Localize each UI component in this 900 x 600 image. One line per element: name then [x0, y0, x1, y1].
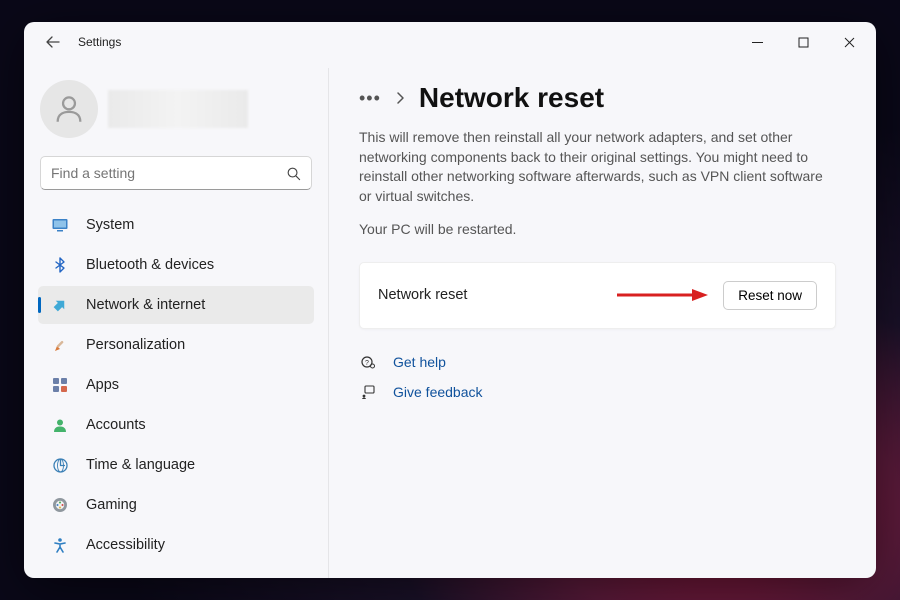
sidebar-item-personalization[interactable]: Personalization	[38, 326, 314, 364]
sidebar-item-label: Apps	[86, 377, 119, 393]
sidebar-item-bluetooth[interactable]: Bluetooth & devices	[38, 246, 314, 284]
sidebar-item-label: Time & language	[86, 457, 195, 473]
window-title: Settings	[78, 35, 121, 49]
search-input[interactable]	[51, 165, 286, 181]
display-icon	[50, 215, 70, 235]
settings-window: Settings	[24, 22, 876, 578]
arrow-left-icon	[45, 34, 61, 50]
bluetooth-icon	[50, 255, 70, 275]
breadcrumb: ••• Network reset	[359, 82, 836, 114]
svg-text:?: ?	[365, 360, 369, 367]
sidebar-item-label: Personalization	[86, 337, 185, 353]
sidebar: System Bluetooth & devices Network & int…	[24, 62, 324, 578]
username-placeholder	[108, 90, 248, 128]
breadcrumb-ellipsis[interactable]: •••	[359, 88, 381, 109]
accounts-icon	[50, 415, 70, 435]
gaming-icon	[50, 495, 70, 515]
minimize-button[interactable]	[734, 25, 780, 59]
globe-clock-icon	[50, 455, 70, 475]
window-controls	[734, 25, 872, 59]
close-button[interactable]	[826, 25, 872, 59]
sidebar-item-label: Gaming	[86, 497, 137, 513]
sidebar-item-label: Bluetooth & devices	[86, 257, 214, 273]
feedback-icon	[359, 383, 377, 401]
page-title: Network reset	[419, 82, 604, 114]
reset-now-button[interactable]: Reset now	[723, 281, 817, 310]
sidebar-item-time-language[interactable]: Time & language	[38, 446, 314, 484]
back-button[interactable]	[40, 29, 66, 55]
paintbrush-icon	[50, 335, 70, 355]
sidebar-item-accessibility[interactable]: Accessibility	[38, 526, 314, 564]
maximize-button[interactable]	[780, 25, 826, 59]
give-feedback-link[interactable]: Give feedback	[393, 384, 483, 400]
sidebar-item-system[interactable]: System	[38, 206, 314, 244]
sidebar-item-label: System	[86, 217, 134, 233]
get-help-link[interactable]: Get help	[393, 354, 446, 370]
content: ••• Network reset This will remove then …	[328, 68, 876, 578]
annotation-arrow	[467, 286, 723, 304]
sidebar-item-apps[interactable]: Apps	[38, 366, 314, 404]
maximize-icon	[798, 37, 809, 48]
network-reset-card: Network reset Reset now	[359, 262, 836, 329]
page-description: This will remove then reinstall all your…	[359, 128, 836, 206]
search-icon	[286, 166, 301, 181]
titlebar: Settings	[24, 22, 876, 62]
restart-note: Your PC will be restarted.	[359, 220, 836, 240]
sidebar-item-accounts[interactable]: Accounts	[38, 406, 314, 444]
network-icon	[50, 295, 70, 315]
body: System Bluetooth & devices Network & int…	[24, 62, 876, 578]
sidebar-nav: System Bluetooth & devices Network & int…	[38, 206, 314, 564]
minimize-icon	[752, 37, 763, 48]
apps-icon	[50, 375, 70, 395]
user-profile-row[interactable]	[40, 80, 314, 138]
card-label: Network reset	[378, 287, 467, 303]
close-icon	[844, 37, 855, 48]
accessibility-icon	[50, 535, 70, 555]
help-icon: ?	[359, 353, 377, 371]
search-box[interactable]	[40, 156, 312, 190]
sidebar-item-network[interactable]: Network & internet	[38, 286, 314, 324]
sidebar-item-label: Accessibility	[86, 537, 165, 553]
avatar	[40, 80, 98, 138]
person-icon	[52, 92, 86, 126]
chevron-right-icon	[395, 91, 405, 105]
sidebar-item-label: Network & internet	[86, 297, 205, 313]
feedback-link-row: Give feedback	[359, 383, 836, 401]
sidebar-item-label: Accounts	[86, 417, 146, 433]
help-link-row: ? Get help	[359, 353, 836, 371]
sidebar-item-gaming[interactable]: Gaming	[38, 486, 314, 524]
